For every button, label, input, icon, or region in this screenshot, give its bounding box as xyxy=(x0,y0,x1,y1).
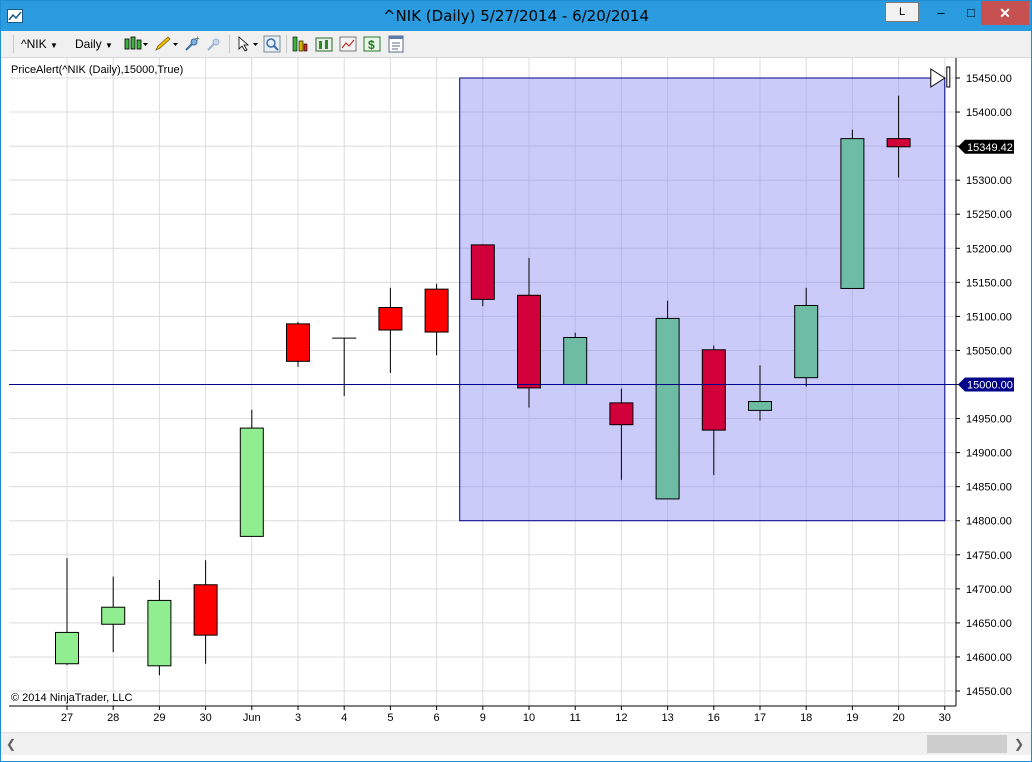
copyright-label: © 2014 NinjaTrader, LLC xyxy=(11,692,132,704)
price-chart[interactable]: 14550.00 14600.00 14650.00 14700.00 14750.00… xyxy=(1,58,1031,733)
candle-body xyxy=(470,244,495,300)
x-tick-label: 28 xyxy=(107,712,119,724)
bar-type-icon[interactable] xyxy=(123,35,149,53)
x-tick-label: 13 xyxy=(661,712,673,724)
x-tick-label: 30 xyxy=(939,712,951,724)
x-tick-label: 19 xyxy=(846,712,858,724)
x-tick-label: 20 xyxy=(892,712,904,724)
candle-body xyxy=(147,599,172,667)
x-tick-label: 17 xyxy=(754,712,766,724)
candle-body xyxy=(286,323,310,362)
toolbar-separator xyxy=(286,35,287,53)
chevron-down-icon: ▼ xyxy=(105,41,113,50)
x-tick-label: 4 xyxy=(341,712,347,724)
instrument-selector[interactable]: ^NIK ▼ xyxy=(21,35,58,53)
y-tick-label: 14550.00 xyxy=(966,686,1012,698)
candle-body xyxy=(101,606,126,625)
horizontal-scrollbar[interactable]: ❮ ❯ xyxy=(1,732,1031,755)
layout-button[interactable]: L xyxy=(885,2,919,22)
candle-body xyxy=(609,402,634,426)
chart-area[interactable]: 14550.00 14600.00 14650.00 14700.00 14750.00… xyxy=(1,58,1031,733)
x-tick-label: 6 xyxy=(434,712,440,724)
candle-body xyxy=(517,294,541,389)
scroll-thumb[interactable] xyxy=(927,735,1007,753)
candle-body xyxy=(55,631,79,665)
candle-body xyxy=(239,427,264,537)
period-selector[interactable]: Daily ▼ xyxy=(75,35,113,53)
svg-text:$: $ xyxy=(368,38,375,52)
period-label: Daily xyxy=(75,37,102,51)
candle-body xyxy=(840,138,865,289)
candle-body xyxy=(424,288,449,333)
candle-body xyxy=(886,138,911,148)
candle-body xyxy=(655,317,680,500)
x-tick-label: 11 xyxy=(569,712,580,724)
x-tick-label: 27 xyxy=(61,712,73,724)
toolbar-separator xyxy=(229,35,230,53)
alert-price-tag-label: 15000.00 xyxy=(967,380,1013,392)
y-tick-label: 14800.00 xyxy=(966,516,1012,528)
title-bar[interactable]: ^NIK (Daily) 5/27/2014 - 6/20/2014 L – □… xyxy=(1,1,1031,31)
candle-body xyxy=(701,349,726,431)
scroll-left-icon[interactable]: ❮ xyxy=(3,736,19,752)
alert-region xyxy=(459,66,951,522)
chart-window: ^NIK (Daily) 5/27/2014 - 6/20/2014 L – □… xyxy=(0,0,1032,762)
zoom-out-icon[interactable] xyxy=(205,35,223,53)
y-tick-label: 15200.00 xyxy=(966,243,1012,255)
chevron-down-icon: ▼ xyxy=(49,41,58,50)
candle-body xyxy=(193,584,218,636)
x-tick-label: 5 xyxy=(387,712,393,724)
x-tick-label: 18 xyxy=(800,712,812,724)
window-title: ^NIK (Daily) 5/27/2014 - 6/20/2014 xyxy=(382,7,649,25)
candle-body xyxy=(563,337,588,385)
chart-toolbar: ^NIK ▼ Daily ▼ + $ xyxy=(1,31,1031,58)
strategies-icon[interactable] xyxy=(291,35,309,53)
x-tick-label: 12 xyxy=(615,712,627,724)
candle-body xyxy=(748,401,772,411)
indicator-label: PriceAlert(^NIK (Daily),15000,True) xyxy=(11,64,183,76)
last-price-tag-label: 15349.42 xyxy=(967,142,1013,154)
y-tick-label: 14650.00 xyxy=(966,618,1012,630)
chart-trader-icon[interactable] xyxy=(339,35,357,53)
y-tick-label: 15150.00 xyxy=(966,277,1012,289)
y-tick-label: 15300.00 xyxy=(966,175,1012,187)
drawing-pencil-icon[interactable] xyxy=(153,35,179,53)
cursor-pointer-icon[interactable] xyxy=(235,35,261,53)
y-tick-label: 14700.00 xyxy=(966,584,1012,596)
x-tick-label: 3 xyxy=(295,712,301,724)
magnify-data-box-icon[interactable] xyxy=(263,35,281,53)
region-anchor-handle xyxy=(946,66,951,88)
dollar-icon[interactable]: $ xyxy=(363,35,381,53)
y-tick-label: 15100.00 xyxy=(966,311,1012,323)
properties-icon[interactable] xyxy=(387,35,405,53)
x-tick-label: 9 xyxy=(480,712,486,724)
x-tick-label: 30 xyxy=(199,712,211,724)
scroll-right-icon[interactable]: ❯ xyxy=(1011,736,1027,752)
y-tick-label: 14950.00 xyxy=(966,414,1012,426)
minimize-button[interactable]: – xyxy=(927,1,955,25)
y-tick-label: 14850.00 xyxy=(966,482,1012,494)
instrument-label: ^NIK xyxy=(21,37,47,51)
x-tick-label: 16 xyxy=(708,712,720,724)
x-tick-label: 29 xyxy=(153,712,165,724)
y-tick-label: 14900.00 xyxy=(966,448,1012,460)
y-tick-label: 15450.00 xyxy=(966,73,1012,85)
y-tick-label: 14600.00 xyxy=(966,652,1012,664)
candle-body xyxy=(378,307,403,331)
y-tick-label: 14750.00 xyxy=(966,550,1012,562)
x-tick-label: Jun xyxy=(243,712,261,724)
svg-text:+: + xyxy=(195,35,200,43)
toolbar-grip xyxy=(13,35,14,53)
close-button[interactable]: ✕ xyxy=(981,1,1029,25)
zoom-in-icon[interactable]: + xyxy=(183,35,201,53)
y-tick-label: 15250.00 xyxy=(966,209,1012,221)
indicators-icon[interactable] xyxy=(315,35,333,53)
y-tick-label: 15050.00 xyxy=(966,345,1012,357)
x-tick-label: 10 xyxy=(523,712,535,724)
y-tick-label: 15400.00 xyxy=(966,107,1012,119)
candle-body xyxy=(794,304,819,379)
